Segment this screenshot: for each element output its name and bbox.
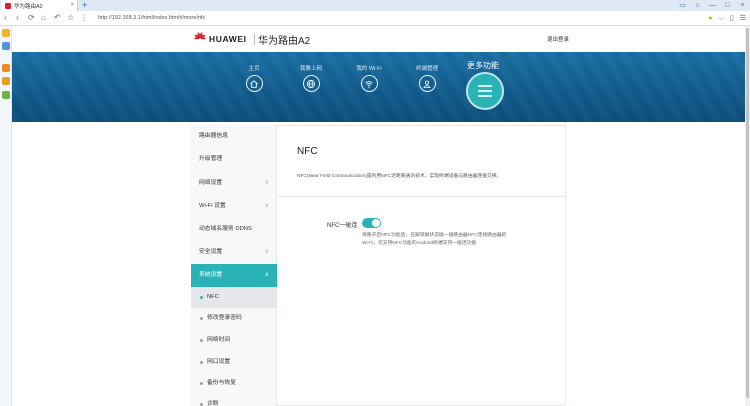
huawei-logo-icon [194, 32, 206, 40]
bullet-icon [200, 382, 203, 385]
browser-tab-bar: 华为路由A2 × + ▭ ⌂ — □ × [0, 0, 750, 11]
app-icon[interactable] [2, 91, 10, 99]
nav-item-wifi[interactable]: 我的 Wi-Fi [349, 64, 389, 92]
bullet-icon [200, 339, 203, 342]
sidebar-icon[interactable]: ▯ [730, 13, 734, 24]
submenu-item-network-time[interactable]: 网络时间 [191, 330, 277, 351]
menu-item-ddns[interactable]: 动态域名服务 DDNS [191, 218, 277, 241]
menu-label: Wi-Fi 设置 [199, 203, 226, 209]
logout-link[interactable]: 退出登录 [547, 35, 569, 43]
window-home-icon[interactable]: ⌂ [690, 0, 705, 11]
dropdown-icon[interactable]: ⌵ [719, 13, 724, 24]
brand-name: HUAWEI [209, 34, 247, 44]
home-icon [245, 75, 263, 92]
chevron-down-icon: ∨ [264, 203, 269, 209]
nav-item-home[interactable]: 主页 [234, 64, 274, 92]
nav-item-internet[interactable]: 我要上网 [291, 64, 331, 92]
menu-item-router-info[interactable]: 路由器信息 [191, 125, 277, 148]
nfc-help-text: 将路开启NFC功能后，在解锁屏状态碰一碰路由器NFC连接路由器的 Wi-Fi，仅… [362, 232, 522, 247]
window-maximize-button[interactable]: □ [720, 0, 735, 11]
undo-icon[interactable]: ↶ [54, 13, 61, 23]
help-line: 将路开启NFC功能后，在解锁屏状态碰一碰路由器NFC连接路由器的 [362, 233, 507, 238]
chevron-up-icon: ∧ [264, 272, 269, 278]
nav-label: 主页 [248, 66, 260, 72]
menu-label: 网络设置 [199, 180, 223, 186]
more-features-label: 更多功能 [467, 61, 499, 70]
nav-label: 我要上网 [299, 66, 322, 72]
globe-icon [302, 75, 320, 92]
submenu-item-nfc[interactable]: NFC [191, 287, 277, 308]
submenu-label: 诊断 [207, 401, 219, 406]
settings-menu: 路由器信息 升级管理 网络设置 ∨ Wi-Fi 设置 ∨ 动态域名服务 DDNS 安… [191, 125, 277, 406]
header-divider [254, 33, 255, 45]
window-tile-icon[interactable]: ▭ [675, 0, 690, 11]
new-tab-button[interactable]: + [82, 0, 87, 11]
bullet-icon [200, 317, 203, 320]
note-icon[interactable] [2, 77, 10, 85]
browser-side-strip [0, 26, 12, 406]
submenu-label: 修改登录密码 [207, 315, 242, 321]
address-bar-tools: ● ⌵ ▯ ☰ [708, 13, 746, 24]
submenu-label: 备份与恢复 [207, 380, 236, 386]
bookmark-star-icon[interactable]: ☆ [67, 13, 74, 23]
menu-label: 路由器信息 [199, 133, 228, 139]
more-features-button[interactable] [466, 72, 504, 110]
more-menu-icon[interactable]: ⋮ [80, 13, 88, 23]
nfc-field-label: NFC一碰连 [327, 223, 358, 229]
menu-item-security[interactable]: 安全设置 ∨ [191, 241, 277, 264]
forward-icon[interactable]: › [16, 13, 19, 23]
bullet-icon [200, 361, 203, 364]
submenu-label: 网口设置 [207, 359, 231, 365]
help-line: Wi-Fi，仅支持NFC功能的Android终端支持一碰连功能 [362, 240, 477, 246]
content-title: NFC [297, 146, 318, 157]
home-icon[interactable]: ⌂ [41, 13, 46, 23]
chevron-down-icon: ∨ [264, 249, 269, 255]
menu-item-upgrade[interactable]: 升级管理 [191, 148, 277, 171]
page-title: 华为路由A2 [258, 36, 311, 47]
scrollbar-thumb[interactable] [746, 28, 749, 398]
content-description: NFC(Near Field Communication)是利用NFC近距离通讯… [297, 174, 502, 179]
wifi-icon [360, 75, 378, 92]
window-close-button[interactable]: × [735, 0, 750, 11]
bullet-icon [200, 296, 203, 299]
huawei-favicon-icon [5, 2, 11, 9]
menu-item-wifi[interactable]: Wi-Fi 设置 ∨ [191, 195, 277, 218]
user-icon [418, 75, 436, 92]
content-divider [278, 196, 566, 197]
extension-icon[interactable]: ● [708, 13, 712, 24]
tab-close-icon[interactable]: × [70, 2, 74, 8]
router-header: HUAWEI 华为路由A2 退出登录 [12, 26, 750, 52]
menu-label: 系统设置 [199, 272, 223, 278]
square-icon[interactable] [2, 42, 10, 50]
nav-item-devices[interactable]: 终端管理 [407, 64, 447, 92]
window-minimize-button[interactable]: — [705, 0, 720, 11]
bookmark-icon[interactable] [2, 29, 10, 37]
submenu-label: NFC [207, 294, 219, 300]
menu-icon [478, 85, 492, 97]
browser-menu-icon[interactable]: ☰ [740, 13, 746, 24]
refresh-icon[interactable]: ⟳ [28, 13, 35, 23]
menu-item-network[interactable]: 网络设置 ∨ [191, 172, 277, 195]
rss-icon[interactable] [2, 64, 10, 72]
url-input[interactable]: http://192.168.3.1/html/index.html#/more… [98, 13, 578, 24]
menu-item-system[interactable]: 系统设置 ∧ [191, 264, 277, 287]
submenu-item-port[interactable]: 网口设置 [191, 352, 277, 373]
toggle-knob [372, 219, 380, 227]
address-bar: ‹ › ⟳ ⌂ ↶ ☆ ⋮ http://192.168.3.1/html/in… [0, 11, 750, 26]
window-controls: ▭ ⌂ — □ × [675, 0, 750, 11]
back-icon[interactable]: ‹ [4, 13, 7, 23]
nav-label: 终端管理 [415, 66, 438, 72]
submenu-item-password[interactable]: 修改登录密码 [191, 308, 277, 329]
menu-label: 安全设置 [199, 249, 223, 255]
nfc-toggle[interactable] [362, 218, 381, 228]
nav-label: 我的 Wi-Fi [356, 66, 382, 72]
submenu-label: 网络时间 [207, 337, 231, 343]
menu-label: 动态域名服务 DDNS [199, 226, 252, 232]
browser-tab[interactable]: 华为路由A2 × [1, 0, 78, 11]
chevron-down-icon: ∨ [264, 180, 269, 186]
submenu-item-backup[interactable]: 备份与恢复 [191, 373, 277, 394]
submenu-item-diagnose[interactable]: 诊断 [191, 394, 277, 406]
tab-title: 华为路由A2 [14, 3, 43, 10]
menu-label: 升级管理 [199, 156, 223, 162]
